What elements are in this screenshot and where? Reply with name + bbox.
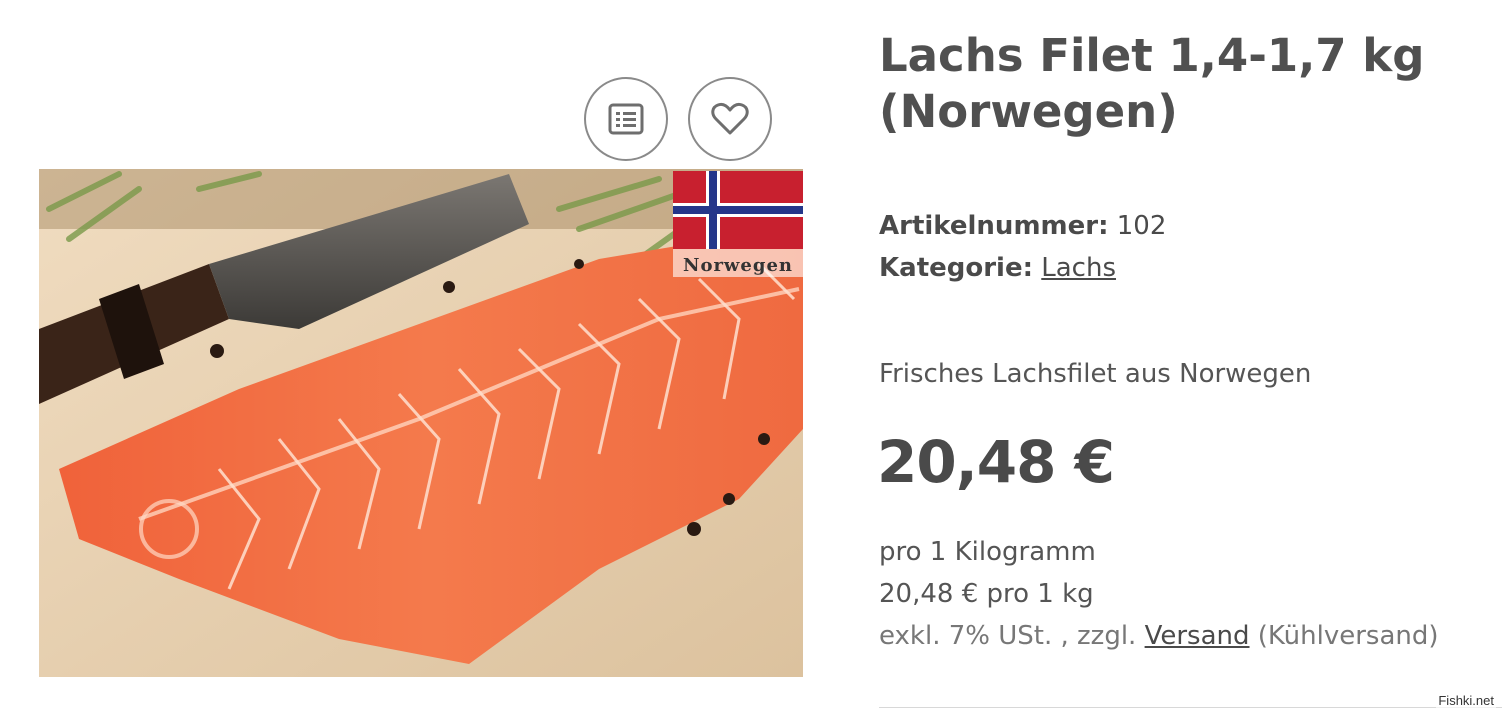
category-line: Kategorie: Lachs (879, 253, 1116, 283)
product-price: 20,48 € (877, 428, 1115, 496)
category-label: Kategorie: (879, 253, 1033, 283)
tax-info: exkl. 7% USt. , zzgl. Versand (Kühlversa… (879, 621, 1439, 651)
sku-value: 102 (1116, 211, 1167, 241)
list-icon (608, 103, 644, 135)
watermark: Fishki.net (1436, 693, 1496, 708)
category-link[interactable]: Lachs (1041, 253, 1116, 283)
product-image[interactable]: Norwegen (39, 169, 803, 677)
product-description: Frisches Lachsfilet aus Norwegen (879, 359, 1312, 389)
heart-icon (711, 102, 749, 135)
product-title: Lachs Filet 1,4-1,7 kg (Norwegen) (879, 29, 1425, 138)
shipping-note: (Kühlversand) (1257, 621, 1439, 651)
unit-quantity: pro 1 Kilogramm (879, 537, 1096, 567)
wishlist-button[interactable] (688, 77, 772, 161)
tax-text: exkl. 7% USt. , zzgl. (879, 621, 1137, 651)
compare-button[interactable] (584, 77, 668, 161)
flag-label: Norwegen (683, 255, 793, 276)
sku-line: Artikelnummer: 102 (879, 211, 1166, 241)
unit-price: 20,48 € pro 1 kg (879, 579, 1094, 609)
divider (879, 707, 1502, 708)
sku-label: Artikelnummer: (879, 211, 1109, 241)
shipping-link[interactable]: Versand (1145, 621, 1250, 651)
